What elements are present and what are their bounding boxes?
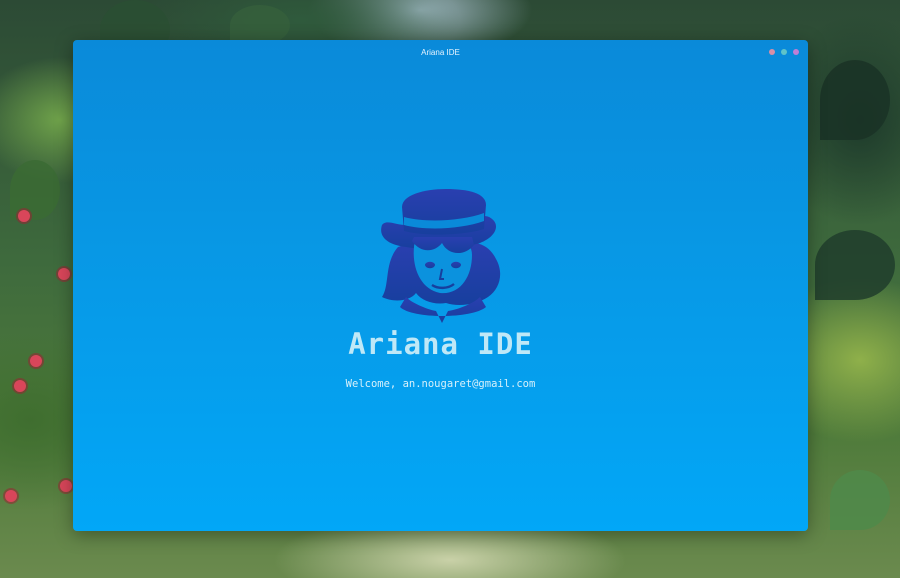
app-name-heading: Ariana IDE xyxy=(348,327,533,361)
window-titlebar[interactable]: Ariana IDE xyxy=(73,40,808,64)
wallpaper-flower xyxy=(5,490,17,502)
close-dot[interactable] xyxy=(769,49,775,55)
wallpaper-leaf xyxy=(10,160,60,220)
minimize-dot[interactable] xyxy=(781,49,787,55)
wallpaper-flower xyxy=(30,355,42,367)
wallpaper-flower xyxy=(14,380,26,392)
wallpaper-flower xyxy=(58,268,70,280)
window-controls xyxy=(769,49,799,55)
wallpaper-leaf xyxy=(820,60,890,140)
maximize-dot[interactable] xyxy=(793,49,799,55)
welcome-message: Welcome, an.nougaret@gmail.com xyxy=(345,378,536,390)
wallpaper-flower xyxy=(18,210,30,222)
app-window: Ariana IDE Ariana IDE Welcome, an.nougar… xyxy=(73,40,808,531)
window-title: Ariana IDE xyxy=(421,47,460,57)
wallpaper-leaf xyxy=(815,230,895,300)
welcome-hero: Ariana IDE Welcome, an.nougaret@gmail.co… xyxy=(73,185,808,390)
ariana-mascot-icon xyxy=(380,189,500,323)
wallpaper-leaf xyxy=(830,470,890,530)
wallpaper-leaf xyxy=(230,5,290,45)
wallpaper-flower xyxy=(60,480,72,492)
desktop-wallpaper: Ariana IDE Ariana IDE Welcome, an.nougar… xyxy=(0,0,900,578)
